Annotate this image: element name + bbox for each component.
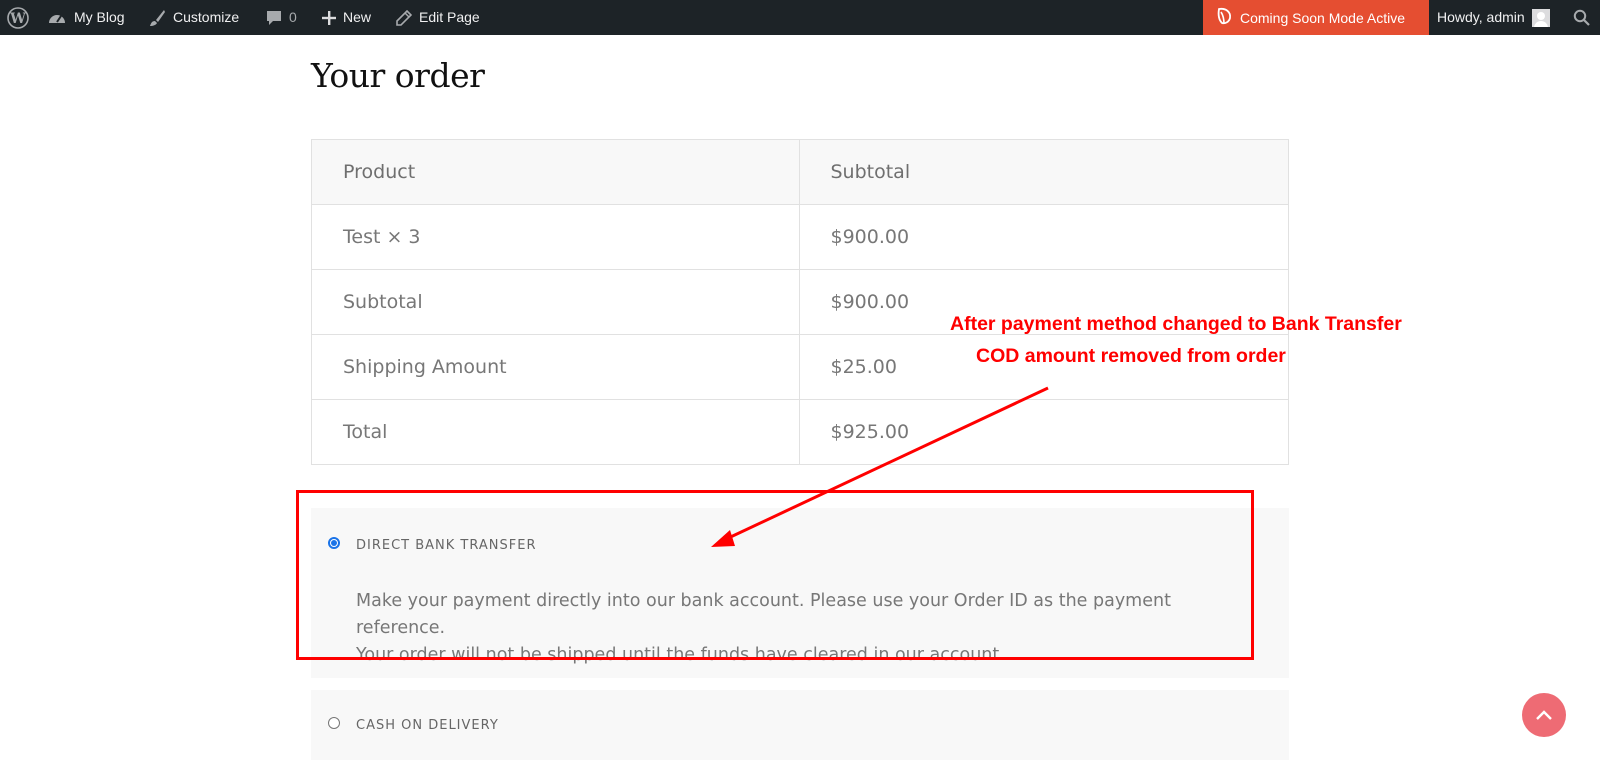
- greeting-label: Howdy, admin: [1437, 9, 1525, 25]
- new-label: New: [343, 9, 372, 25]
- admin-search-button[interactable]: [1573, 0, 1590, 35]
- customize-link[interactable]: Customize: [148, 0, 239, 35]
- order-review-table: Product Subtotal Test × 3 $900.00 Subtot…: [311, 139, 1289, 465]
- payment-method-cod: Cash on delivery: [311, 690, 1289, 760]
- subtotal-label: Subtotal: [311, 269, 800, 335]
- pencil-icon: [396, 9, 412, 26]
- product-name-cell: Test × 3: [311, 204, 800, 270]
- wordpress-menu[interactable]: W: [7, 0, 29, 35]
- product-total-cell: $900.00: [798, 204, 1289, 270]
- comments-link[interactable]: 0: [266, 0, 297, 35]
- seedprod-leaf-icon: [1216, 7, 1232, 28]
- page-title: Your order: [311, 56, 485, 95]
- shipping-label: Shipping Amount: [311, 334, 800, 400]
- cod-label[interactable]: Cash on delivery: [356, 718, 499, 733]
- chevron-up-icon: [1535, 706, 1553, 725]
- table-header-row: Product Subtotal: [311, 139, 1289, 205]
- coming-soon-label: Coming Soon Mode Active: [1240, 9, 1405, 26]
- coming-soon-mode-badge[interactable]: Coming Soon Mode Active: [1203, 0, 1429, 35]
- comments-count: 0: [289, 9, 297, 25]
- wordpress-icon: W: [7, 6, 29, 29]
- table-row: Total $925.00: [311, 399, 1289, 465]
- plus-icon: [322, 10, 336, 25]
- column-header-product: Product: [311, 139, 800, 205]
- avatar: [1531, 8, 1550, 27]
- svg-text:W: W: [9, 11, 26, 27]
- site-name-link[interactable]: My Blog: [47, 0, 125, 35]
- table-row: Test × 3 $900.00: [311, 204, 1289, 270]
- total-label: Total: [311, 399, 800, 465]
- scroll-to-top-button[interactable]: [1522, 693, 1566, 737]
- new-content-link[interactable]: New: [322, 0, 371, 35]
- annotation-text-line1: After payment method changed to Bank Tra…: [950, 313, 1402, 335]
- edit-page-label: Edit Page: [419, 9, 480, 25]
- cod-radio[interactable]: [328, 717, 340, 729]
- annotation-text-line2: COD amount removed from order: [976, 345, 1286, 367]
- edit-page-link[interactable]: Edit Page: [396, 0, 480, 35]
- total-value: $925.00: [798, 399, 1289, 465]
- brush-icon: [148, 9, 166, 27]
- account-menu[interactable]: Howdy, admin: [1437, 0, 1550, 35]
- comment-icon: [266, 10, 282, 26]
- customize-label: Customize: [173, 9, 240, 25]
- dashboard-icon: [47, 10, 67, 26]
- admin-bar: W My Blog Customize 0 New Edit Page Comi…: [0, 0, 1600, 35]
- search-icon: [1573, 9, 1590, 26]
- site-name-label: My Blog: [74, 9, 125, 25]
- annotation-highlight-box: [296, 490, 1254, 660]
- column-header-subtotal: Subtotal: [798, 139, 1289, 205]
